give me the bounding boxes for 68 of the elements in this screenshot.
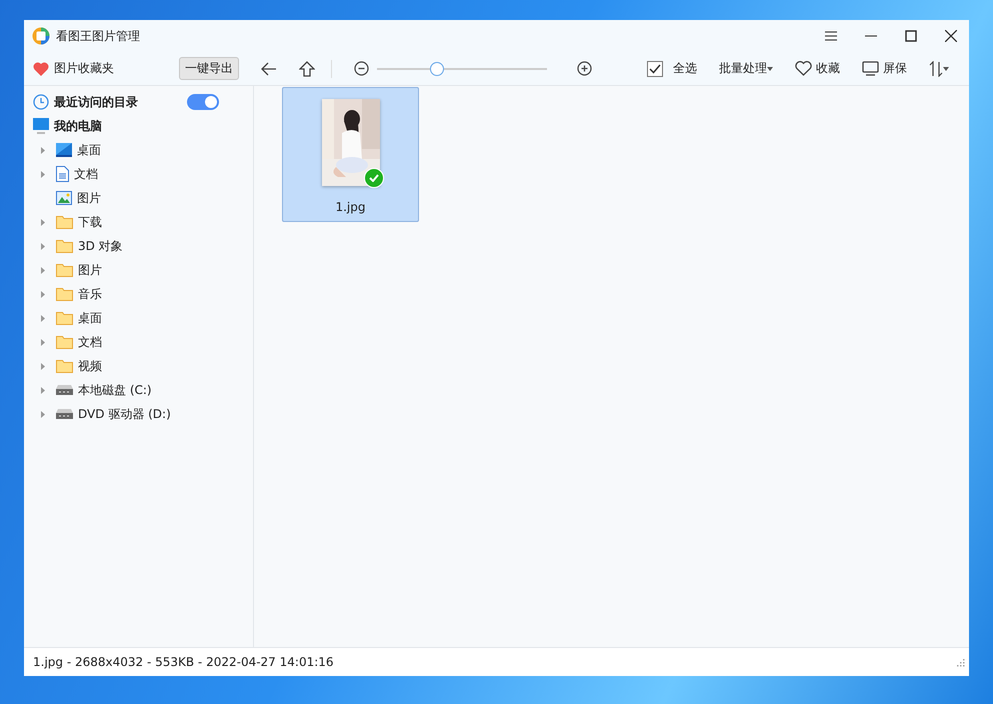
tree-item[interactable]: 图片	[78, 262, 102, 278]
status-text: 1.jpg - 2688x4032 - 553KB - 2022-04-27 14:01:16	[33, 655, 334, 669]
clock-icon	[33, 94, 49, 110]
folder-icon	[56, 311, 73, 325]
drive-icon	[56, 385, 73, 395]
screensaver-button[interactable]: 屏保	[883, 60, 907, 77]
file-tile[interactable]: 1.jpg	[282, 87, 419, 222]
folder-icon	[56, 215, 73, 229]
minimize-icon[interactable]	[865, 35, 877, 37]
back-arrow-icon[interactable]	[261, 62, 277, 76]
recent-toggle[interactable]	[187, 94, 219, 110]
file-name: 1.jpg	[335, 200, 366, 214]
favorites-link[interactable]: 图片收藏夹	[54, 60, 114, 77]
sort-icon[interactable]	[929, 60, 943, 76]
zoom-slider[interactable]	[377, 62, 547, 76]
tree-item[interactable]: 3D 对象	[78, 238, 123, 254]
tree-item[interactable]: 图片	[77, 190, 101, 206]
recent-folders-label: 最近访问的目录	[54, 94, 138, 110]
window-title: 看图王图片管理	[56, 28, 140, 44]
close-icon[interactable]	[945, 30, 957, 42]
desktop-icon	[56, 143, 72, 157]
tree-item[interactable]: 我的电脑	[54, 118, 102, 134]
tree-item[interactable]: 桌面	[78, 310, 102, 326]
expand-arrow-icon[interactable]	[41, 338, 45, 346]
folder-icon	[56, 335, 73, 349]
menu-icon[interactable]	[825, 31, 837, 41]
select-all-label[interactable]: 全选	[673, 60, 697, 77]
app-logo-icon	[32, 27, 50, 45]
folder-icon	[56, 239, 73, 253]
expand-arrow-icon[interactable]	[41, 362, 45, 370]
collect-button[interactable]: 收藏	[816, 60, 840, 77]
heart-icon[interactable]	[33, 62, 49, 76]
caret-icon[interactable]	[943, 66, 949, 70]
tree-item[interactable]: 文档	[78, 334, 102, 350]
expand-arrow-icon[interactable]	[41, 218, 45, 226]
tree-item[interactable]: 下载	[78, 214, 102, 230]
tree-item[interactable]: 本地磁盘 (C:)	[78, 382, 152, 398]
up-arrow-icon[interactable]	[299, 60, 315, 76]
drive-icon	[56, 409, 73, 419]
tree-item[interactable]: DVD 驱动器 (D:)	[78, 406, 171, 422]
resize-grip-icon[interactable]	[956, 658, 965, 666]
image-icon	[56, 191, 72, 205]
select-all-checkbox[interactable]	[647, 60, 663, 76]
expand-arrow-icon[interactable]	[41, 410, 45, 418]
zoom-out-icon[interactable]	[354, 61, 369, 76]
computer-icon	[33, 118, 49, 134]
folder-icon	[56, 287, 73, 301]
expand-arrow-icon[interactable]	[41, 314, 45, 322]
expand-arrow-icon[interactable]	[41, 386, 45, 394]
expand-arrow-icon[interactable]	[41, 242, 45, 250]
tree-item[interactable]: 音乐	[78, 286, 102, 302]
tree-item[interactable]: 桌面	[77, 142, 101, 158]
export-button[interactable]: 一键导出	[179, 57, 239, 80]
maximize-icon[interactable]	[905, 30, 917, 42]
expand-arrow-icon[interactable]	[41, 146, 45, 154]
folder-icon	[56, 359, 73, 373]
caret-icon[interactable]	[767, 66, 773, 70]
batch-menu[interactable]: 批量处理	[719, 60, 767, 77]
expand-arrow-icon[interactable]	[41, 290, 45, 298]
heart-outline-icon[interactable]	[795, 61, 812, 76]
tree-item[interactable]: 视频	[78, 358, 102, 374]
zoom-in-icon[interactable]	[577, 61, 592, 76]
expand-arrow-icon[interactable]	[41, 266, 45, 274]
expand-arrow-icon[interactable]	[41, 170, 45, 178]
document-icon	[56, 166, 69, 182]
monitor-icon[interactable]	[862, 61, 879, 76]
tree-item[interactable]: 文档	[74, 166, 98, 182]
folder-icon	[56, 263, 73, 277]
